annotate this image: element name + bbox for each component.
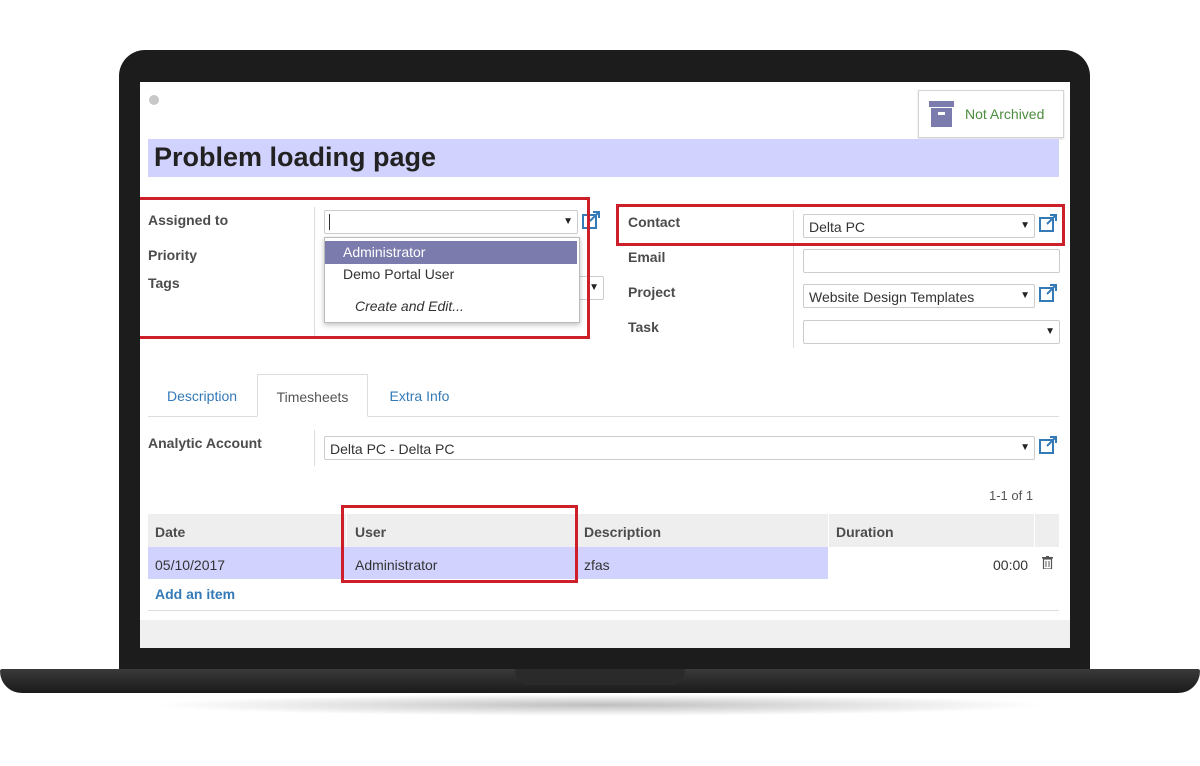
create-and-edit-option[interactable]: Create and Edit... [325,295,577,318]
cell-duration: 00:00 [993,557,1029,573]
dropdown-option-demo-portal-user[interactable]: Demo Portal User [325,263,577,286]
tags-input[interactable]: ▼ [578,276,604,300]
laptop-shadow [150,694,1050,716]
pager[interactable]: 1-1 of 1 [989,488,1033,503]
external-link-icon[interactable] [1038,283,1058,303]
priority-label: Priority [148,247,198,263]
table-bottom-divider [148,610,1059,611]
task-label: Task [628,319,659,335]
chevron-down-icon[interactable]: ▼ [1020,442,1030,453]
assigned-to-input[interactable]: ▼ [324,210,578,234]
project-value: Website Design Templates [809,289,975,305]
analytic-account-select[interactable]: Delta PC - Delta PC ▼ [324,436,1035,460]
footer-strip [140,620,1070,648]
trash-icon[interactable] [1042,556,1053,569]
analytic-account-value: Delta PC - Delta PC [330,441,455,457]
archive-icon [929,101,954,127]
laptop-notch [515,669,685,685]
external-link-icon[interactable] [581,210,601,230]
external-link-icon[interactable] [1038,435,1058,455]
table-header: Date User Description Duration [148,514,1059,547]
contact-label: Contact [628,214,681,230]
cell-user: Administrator [355,557,438,573]
screen: Not Archived Problem loading page Assign… [140,82,1070,648]
email-field[interactable] [803,249,1060,273]
archive-label: Not Archived [965,106,1045,122]
status-indicator [149,95,159,105]
field-divider [793,210,794,348]
cell-date: 05/10/2017 [155,557,226,573]
column-header-duration[interactable]: Duration [836,524,894,540]
chevron-down-icon[interactable]: ▼ [1020,220,1030,231]
field-divider [314,430,315,466]
column-header-date[interactable]: Date [155,524,185,540]
assigned-to-dropdown: Administrator Demo Portal User Create an… [324,237,580,323]
chevron-down-icon[interactable]: ▼ [563,216,573,227]
external-link-icon[interactable] [1038,213,1058,233]
field-divider [314,207,315,337]
tab-description[interactable]: Description [152,374,252,417]
chevron-down-icon[interactable]: ▼ [1045,326,1055,337]
project-label: Project [628,284,676,300]
column-header-description[interactable]: Description [584,524,661,540]
tab-timesheets[interactable]: Timesheets [257,374,368,417]
analytic-account-label: Analytic Account [148,435,262,451]
tab-extra-info[interactable]: Extra Info [372,374,467,417]
page-title: Problem loading page [154,142,437,172]
text-cursor [329,214,330,230]
add-item-link[interactable]: Add an item [155,586,235,602]
chevron-down-icon[interactable]: ▼ [1020,290,1030,301]
project-select[interactable]: Website Design Templates ▼ [803,284,1035,308]
dropdown-option-administrator[interactable]: Administrator [325,241,577,264]
contact-select[interactable]: Delta PC ▼ [803,214,1035,238]
cell-description: zfas [584,557,610,573]
table-row[interactable]: 05/10/2017 Administrator zfas [148,547,828,579]
task-select[interactable]: ▼ [803,320,1060,344]
email-label: Email [628,249,666,265]
assigned-to-label: Assigned to [148,212,229,228]
chevron-down-icon[interactable]: ▼ [589,282,599,293]
column-header-user[interactable]: User [355,524,386,540]
title-field[interactable]: Problem loading page [148,139,1059,177]
tags-label: Tags [148,275,180,291]
contact-value: Delta PC [809,219,866,235]
archive-toggle-button[interactable]: Not Archived [918,90,1064,138]
